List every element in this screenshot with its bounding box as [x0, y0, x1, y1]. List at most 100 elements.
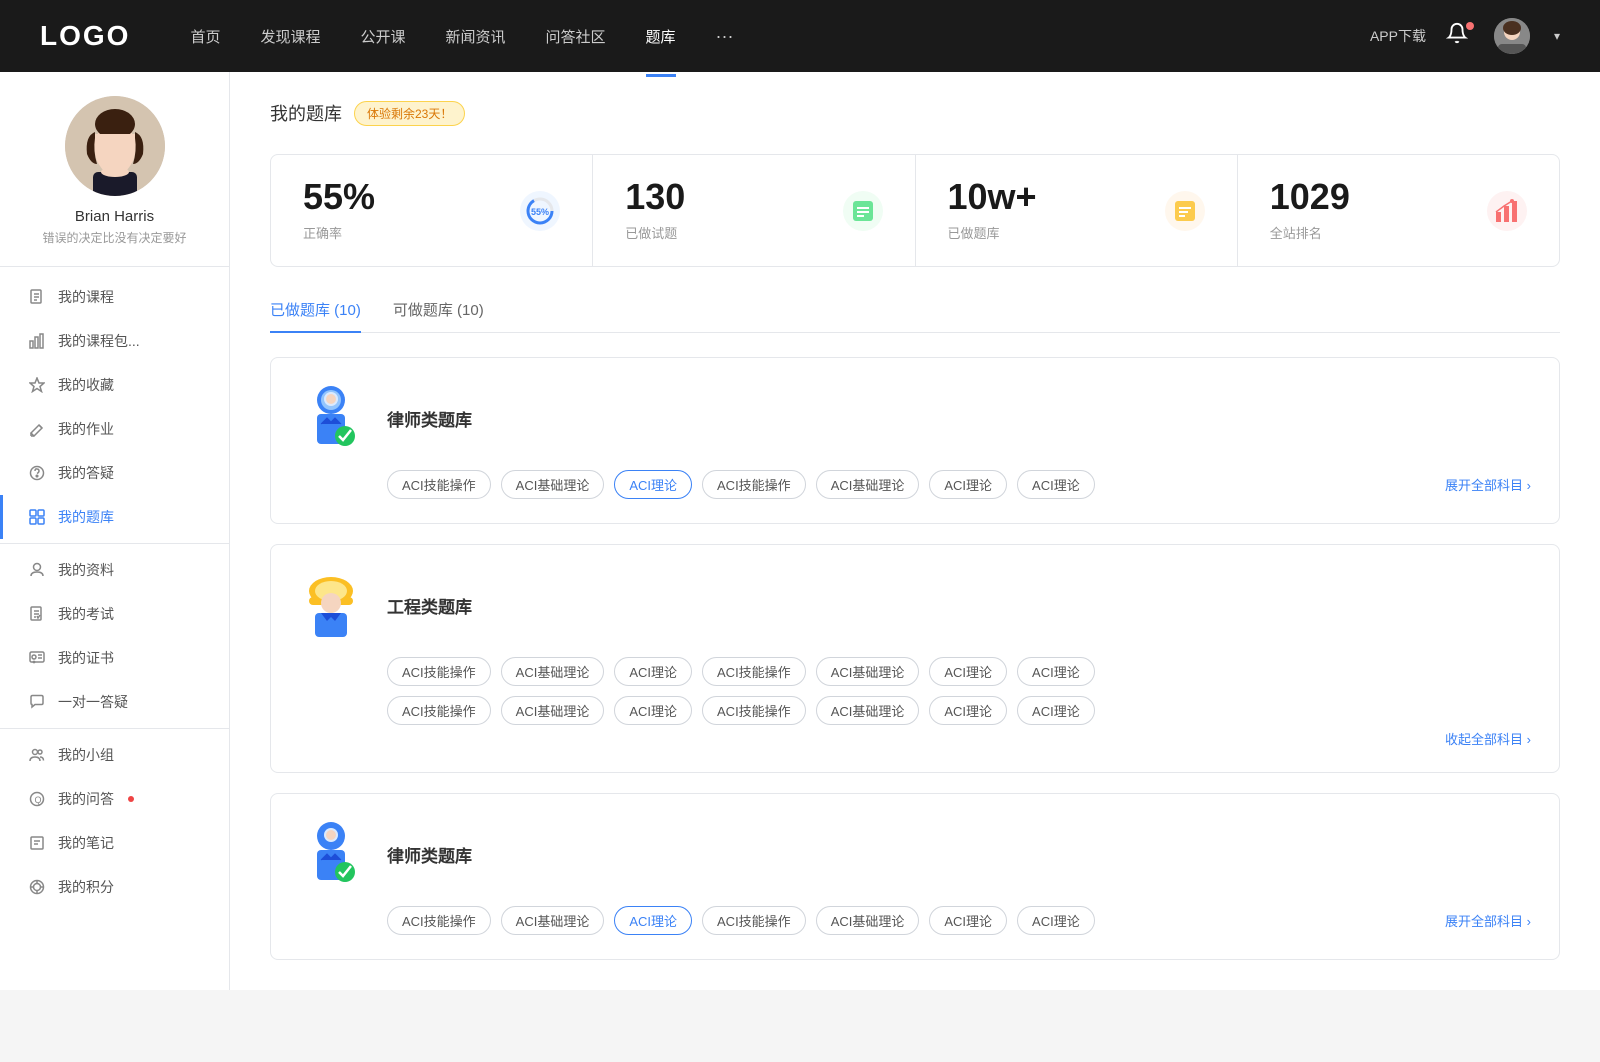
sidebar-label-courses: 我的课程 [58, 287, 114, 307]
sidebar-item-cert[interactable]: 我的证书 [0, 636, 229, 680]
nav-news[interactable]: 新闻资讯 [446, 22, 506, 51]
edit-icon [28, 420, 46, 438]
bank-1-expand[interactable]: 展开全部科目 › [1445, 475, 1531, 494]
user-dropdown-arrow[interactable]: ▾ [1554, 29, 1560, 43]
page-title: 我的题库 [270, 100, 342, 126]
stats-row: 55% 正确率 55% 130 已做试题 [270, 154, 1560, 267]
sidebar-item-groups[interactable]: 我的小组 [0, 733, 229, 777]
profile-section: Brian Harris 错误的决定比没有决定要好 [0, 96, 229, 267]
chart-icon [28, 332, 46, 350]
sidebar-item-questions[interactable]: 我的答疑 [0, 451, 229, 495]
bank-3-tag-4[interactable]: ACI基础理论 [816, 906, 920, 935]
bank-2-tag-3[interactable]: ACI技能操作 [702, 657, 806, 686]
engineer-icon [299, 569, 363, 641]
profile-name: Brian Harris [75, 208, 154, 225]
sidebar-label-notes: 我的笔记 [58, 833, 114, 853]
sidebar-item-course-pkg[interactable]: 我的课程包... [0, 319, 229, 363]
nav-qa[interactable]: 问答社区 [546, 22, 606, 51]
main-layout: Brian Harris 错误的决定比没有决定要好 我的课程 [0, 72, 1600, 990]
bank-2-tag-4[interactable]: ACI基础理论 [816, 657, 920, 686]
bank-3-tag-1[interactable]: ACI基础理论 [501, 906, 605, 935]
sidebar-item-courses[interactable]: 我的课程 [0, 275, 229, 319]
bank-3-tag-2[interactable]: ACI理论 [614, 906, 692, 935]
bank-2-tags-row1: ACI技能操作 ACI基础理论 ACI理论 ACI技能操作 ACI基础理论 AC… [387, 657, 1531, 686]
avatar [65, 96, 165, 196]
sidebar-item-my-qa[interactable]: Q 我的问答 [0, 777, 229, 821]
bank-3-tag-5[interactable]: ACI理论 [929, 906, 1007, 935]
star-icon [28, 376, 46, 394]
sidebar-item-homework[interactable]: 我的作业 [0, 407, 229, 451]
nav-more[interactable]: ··· [716, 26, 734, 47]
app-download-link[interactable]: APP下载 [1370, 26, 1426, 46]
file-icon [28, 288, 46, 306]
stat-ranking-value: 1029 [1270, 179, 1350, 215]
bank-2-tag-r2-5[interactable]: ACI理论 [929, 696, 1007, 725]
sidebar-label-exam: 我的考试 [58, 604, 114, 624]
stat-done-q-left: 130 已做试题 [625, 179, 685, 242]
stat-done-questions: 130 已做试题 [593, 155, 915, 266]
sidebar-item-profile[interactable]: 我的资料 [0, 548, 229, 592]
bank-2-collapse[interactable]: 收起全部科目 › [1445, 729, 1531, 748]
trial-badge: 体验剩余23天！ [354, 101, 465, 126]
bank-1-tag-2[interactable]: ACI理论 [614, 470, 692, 499]
bank-1-tag-1[interactable]: ACI基础理论 [501, 470, 605, 499]
stat-done-b-left: 10w+ 已做题库 [948, 179, 1037, 242]
tab-available-banks[interactable]: 可做题库 (10) [393, 299, 484, 332]
stat-done-q-label: 已做试题 [625, 223, 685, 242]
bank-1-tag-4[interactable]: ACI基础理论 [816, 470, 920, 499]
sidebar-item-points[interactable]: 我的积分 [0, 865, 229, 909]
bank-3-tag-3[interactable]: ACI技能操作 [702, 906, 806, 935]
nav-home[interactable]: 首页 [190, 22, 220, 51]
bank-3-tag-6[interactable]: ACI理论 [1017, 906, 1095, 935]
stat-done-q-value: 130 [625, 179, 685, 215]
bank-3-tag-0[interactable]: ACI技能操作 [387, 906, 491, 935]
bank-2-tag-r2-2[interactable]: ACI理论 [614, 696, 692, 725]
sidebar-item-notes[interactable]: 我的笔记 [0, 821, 229, 865]
bank-2-tag-r2-4[interactable]: ACI基础理论 [816, 696, 920, 725]
bank-2-tag-1[interactable]: ACI基础理论 [501, 657, 605, 686]
sidebar-item-exam[interactable]: 我的考试 [0, 592, 229, 636]
bank-title-2: 工程类题库 [387, 593, 472, 618]
bank-2-footer: 收起全部科目 › [387, 729, 1531, 748]
bank-2-tag-r2-3[interactable]: ACI技能操作 [702, 696, 806, 725]
question-icon [28, 464, 46, 482]
tab-done-banks[interactable]: 已做题库 (10) [270, 299, 361, 332]
bank-2-tag-0[interactable]: ACI技能操作 [387, 657, 491, 686]
bank-2-tag-r2-1[interactable]: ACI基础理论 [501, 696, 605, 725]
bank-card-1: 律师类题库 ACI技能操作 ACI基础理论 ACI理论 ACI技能操作 ACI基… [270, 357, 1560, 524]
bank-2-tag-2[interactable]: ACI理论 [614, 657, 692, 686]
bank-title-1: 律师类题库 [387, 406, 472, 431]
bank-2-tag-5[interactable]: ACI理论 [929, 657, 1007, 686]
sidebar-label-homework: 我的作业 [58, 419, 114, 439]
stat-ranking-left: 1029 全站排名 [1270, 179, 1350, 242]
sidebar-label-profile: 我的资料 [58, 560, 114, 580]
nav-discover[interactable]: 发现课程 [260, 22, 320, 51]
stat-accuracy-left: 55% 正确率 [303, 179, 375, 242]
nav-open-course[interactable]: 公开课 [360, 22, 405, 51]
stat-done-banks: 10w+ 已做题库 [916, 155, 1238, 266]
stat-accuracy-value: 55% [303, 179, 375, 215]
bank-1-tag-6[interactable]: ACI理论 [1017, 470, 1095, 499]
logo: LOGO [40, 20, 130, 52]
page-header: 我的题库 体验剩余23天！ [270, 100, 1560, 126]
bank-1-tag-5[interactable]: ACI理论 [929, 470, 1007, 499]
bank-3-expand[interactable]: 展开全部科目 › [1445, 911, 1531, 930]
sidebar-item-one-on-one[interactable]: 一对一答疑 [0, 680, 229, 724]
bank-2-tag-r2-0[interactable]: ACI技能操作 [387, 696, 491, 725]
main-content: 我的题库 体验剩余23天！ 55% 正确率 55% [230, 72, 1600, 990]
user-avatar[interactable] [1494, 18, 1530, 54]
bank-2-tag-r2-6[interactable]: ACI理论 [1017, 696, 1095, 725]
done-b-icon [1165, 191, 1205, 231]
sidebar-label-groups: 我的小组 [58, 745, 114, 765]
notification-bell[interactable] [1446, 22, 1474, 50]
bank-2-tags-row2: ACI技能操作 ACI基础理论 ACI理论 ACI技能操作 ACI基础理论 AC… [387, 696, 1531, 725]
bank-2-tag-6[interactable]: ACI理论 [1017, 657, 1095, 686]
sidebar-item-bank[interactable]: 我的题库 [0, 495, 229, 539]
bank-1-tag-0[interactable]: ACI技能操作 [387, 470, 491, 499]
sidebar-item-favorites[interactable]: 我的收藏 [0, 363, 229, 407]
nav-question-bank[interactable]: 题库 [646, 22, 676, 51]
sidebar-label-cert: 我的证书 [58, 648, 114, 668]
bank-card-1-header: 律师类题库 [299, 382, 1531, 454]
bank-1-tag-3[interactable]: ACI技能操作 [702, 470, 806, 499]
qa-icon: Q [28, 790, 46, 808]
